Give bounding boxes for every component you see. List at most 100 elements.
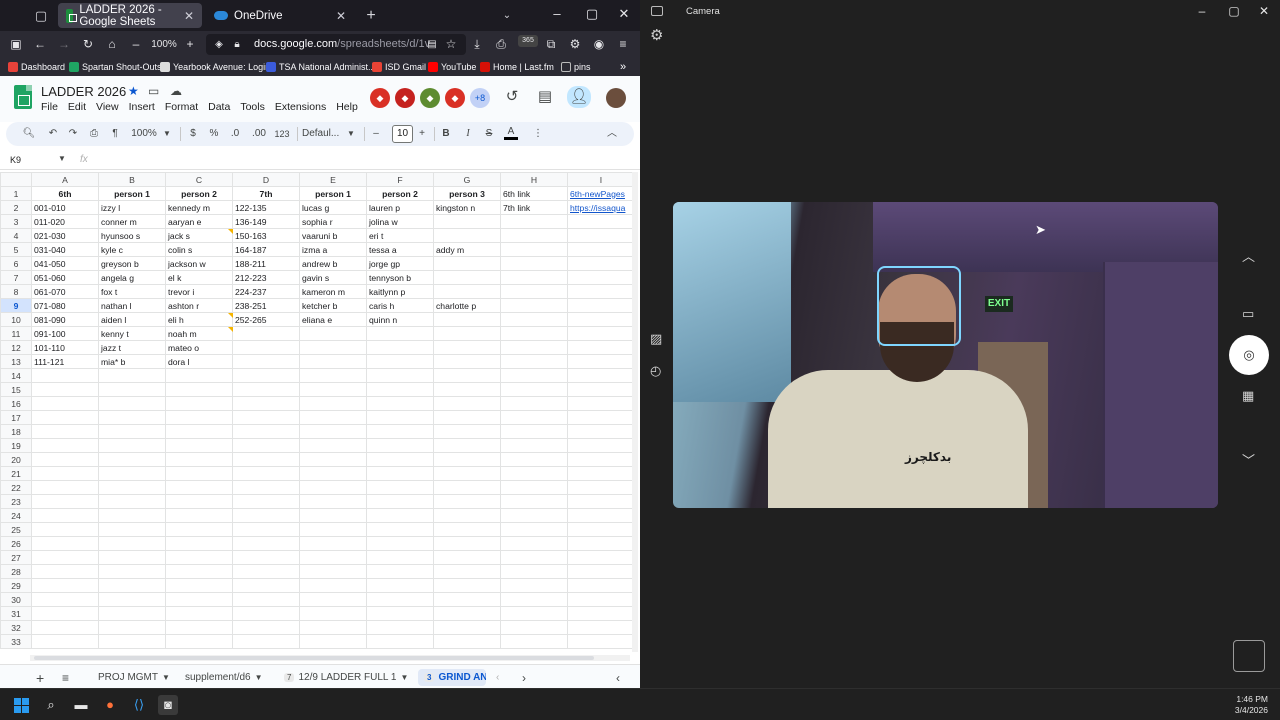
cell[interactable] bbox=[567, 228, 635, 243]
cell[interactable] bbox=[567, 452, 635, 467]
cell[interactable] bbox=[567, 396, 635, 411]
close-tab-icon[interactable]: ✕ bbox=[336, 9, 346, 23]
cell[interactable] bbox=[98, 466, 166, 481]
cell[interactable] bbox=[98, 382, 166, 397]
currency-format-button[interactable]: $ bbox=[187, 126, 199, 142]
cell[interactable]: mia* b bbox=[98, 354, 166, 369]
cell[interactable] bbox=[165, 452, 233, 467]
cell[interactable] bbox=[366, 620, 434, 635]
cell[interactable]: jack s bbox=[165, 228, 233, 243]
cell[interactable] bbox=[31, 480, 99, 495]
cell[interactable] bbox=[299, 466, 367, 481]
cell[interactable] bbox=[31, 410, 99, 425]
menu-format[interactable]: Format bbox=[165, 101, 198, 113]
cell[interactable] bbox=[165, 592, 233, 607]
cell[interactable] bbox=[31, 424, 99, 439]
sheet-menu-arrow-icon[interactable]: ▼ bbox=[162, 673, 170, 682]
vscode-icon[interactable]: ⟨⟩ bbox=[129, 695, 149, 715]
cell[interactable]: 150-163 bbox=[232, 228, 300, 243]
version-history-icon[interactable]: ↺ bbox=[502, 87, 522, 105]
cell[interactable] bbox=[500, 494, 568, 509]
cell[interactable] bbox=[98, 410, 166, 425]
cell[interactable]: addy m bbox=[433, 242, 501, 257]
reload-icon[interactable]: ↻ bbox=[80, 35, 96, 54]
cell[interactable] bbox=[299, 452, 367, 467]
cell[interactable]: 101-110 bbox=[31, 340, 99, 355]
cell[interactable] bbox=[366, 354, 434, 369]
cell[interactable] bbox=[232, 480, 300, 495]
cell[interactable]: jorge gp bbox=[366, 256, 434, 271]
new-tab-icon[interactable]: + bbox=[362, 7, 380, 25]
cell[interactable] bbox=[433, 326, 501, 341]
cell[interactable] bbox=[165, 606, 233, 621]
cell[interactable] bbox=[500, 326, 568, 341]
cell[interactable] bbox=[433, 452, 501, 467]
cell[interactable]: person 3 bbox=[433, 186, 501, 201]
cell[interactable] bbox=[433, 480, 501, 495]
column-header[interactable]: I bbox=[567, 172, 635, 187]
column-header[interactable]: B bbox=[98, 172, 166, 187]
cell[interactable]: kyle c bbox=[98, 242, 166, 257]
redo-icon[interactable]: ↷ bbox=[66, 126, 80, 142]
decrease-decimal-button[interactable]: .0 bbox=[228, 126, 242, 142]
cell[interactable] bbox=[567, 256, 635, 271]
cell[interactable] bbox=[433, 564, 501, 579]
forward-icon[interactable]: → bbox=[56, 35, 72, 54]
close-window-icon[interactable]: ✕ bbox=[1254, 4, 1274, 18]
cell[interactable]: angela g bbox=[98, 270, 166, 285]
cell[interactable] bbox=[500, 634, 568, 649]
select-all-corner[interactable] bbox=[0, 172, 32, 187]
cell[interactable] bbox=[500, 284, 568, 299]
cell[interactable]: eli h bbox=[165, 312, 233, 327]
cell[interactable] bbox=[31, 606, 99, 621]
cell[interactable] bbox=[433, 228, 501, 243]
cell[interactable]: 031-040 bbox=[31, 242, 99, 257]
close-tab-icon[interactable]: ✕ bbox=[184, 9, 194, 23]
cell[interactable] bbox=[232, 592, 300, 607]
cell-note-indicator[interactable] bbox=[228, 313, 233, 318]
cell[interactable] bbox=[31, 522, 99, 537]
cell[interactable] bbox=[433, 536, 501, 551]
share-icon[interactable]: 👤︎ bbox=[567, 86, 591, 108]
cell[interactable] bbox=[31, 620, 99, 635]
cell[interactable] bbox=[165, 508, 233, 523]
cell[interactable] bbox=[567, 564, 635, 579]
chevron-up-icon[interactable]: ︿ bbox=[1242, 246, 1255, 265]
tab-onedrive[interactable]: OneDrive ✕ bbox=[206, 3, 354, 28]
cell[interactable] bbox=[165, 536, 233, 551]
bookmark-yearbook[interactable]: Yearbook Avenue: Login bbox=[160, 60, 270, 74]
cell[interactable] bbox=[232, 634, 300, 649]
column-header[interactable]: E bbox=[299, 172, 367, 187]
cell[interactable]: 7th bbox=[232, 186, 300, 201]
cell[interactable] bbox=[567, 592, 635, 607]
timer-icon[interactable]: ◴ bbox=[650, 363, 661, 379]
cell[interactable]: jolina w bbox=[366, 214, 434, 229]
sheet-tab-supplement[interactable]: supplement/d6 ▼ bbox=[185, 669, 263, 686]
cell[interactable]: jackson w bbox=[165, 256, 233, 271]
profile-icon[interactable]: ◉ bbox=[592, 35, 606, 54]
row-header[interactable]: 18 bbox=[0, 424, 32, 439]
cell[interactable] bbox=[366, 424, 434, 439]
zoom-dropdown-icon[interactable]: ▼ bbox=[162, 126, 172, 142]
bold-button[interactable]: B bbox=[440, 126, 452, 142]
cell[interactable]: 6th link bbox=[500, 186, 568, 201]
cell[interactable] bbox=[500, 438, 568, 453]
cell[interactable] bbox=[366, 536, 434, 551]
cell[interactable]: eri t bbox=[366, 228, 434, 243]
row-header[interactable]: 26 bbox=[0, 536, 32, 551]
cell[interactable]: https://issaqua bbox=[567, 200, 635, 215]
cell[interactable] bbox=[500, 466, 568, 481]
hdr-toggle-icon[interactable]: ▨ bbox=[650, 331, 662, 347]
cell[interactable] bbox=[567, 424, 635, 439]
bookmark-lastfm[interactable]: Home | Last.fm bbox=[480, 60, 554, 74]
gallery-thumbnail[interactable] bbox=[1233, 640, 1265, 672]
cell[interactable] bbox=[433, 214, 501, 229]
cell[interactable]: kingston n bbox=[433, 200, 501, 215]
cell[interactable] bbox=[500, 382, 568, 397]
percent-format-button[interactable]: % bbox=[208, 126, 220, 142]
cell[interactable]: eliana e bbox=[299, 312, 367, 327]
cell[interactable] bbox=[433, 508, 501, 523]
cell[interactable] bbox=[366, 326, 434, 341]
cell[interactable] bbox=[366, 438, 434, 453]
cell[interactable] bbox=[165, 578, 233, 593]
